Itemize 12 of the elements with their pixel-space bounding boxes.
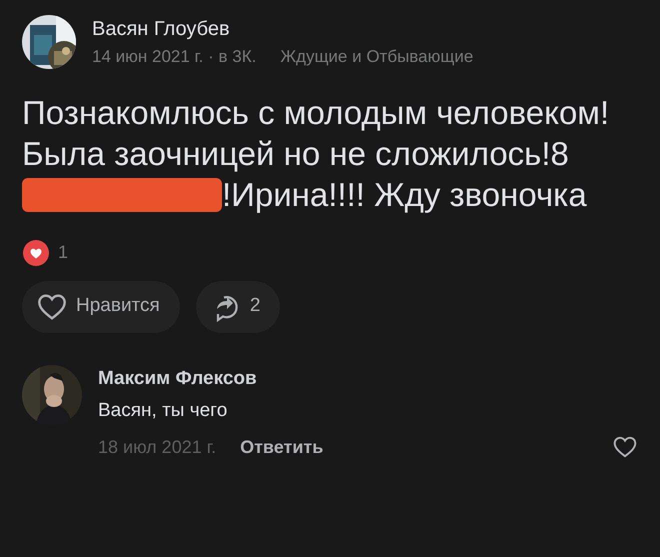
comment-date: 18 июл 2021 г.	[98, 436, 216, 458]
commenter-name[interactable]: Максим Флексов	[98, 364, 638, 393]
like-button[interactable]: Нравится	[22, 280, 180, 332]
post-text: Познакомлюсь с молодым человеком!Была заочницей но не сложилось!8 !Ирина!!!! Жду звоночка	[22, 92, 610, 214]
post-date[interactable]: 14 июн 2021 г. · в 3К.	[92, 44, 256, 70]
group-name[interactable]: Ждущие и Отбывающие	[280, 44, 474, 70]
like-icon[interactable]	[612, 434, 638, 460]
reply-link[interactable]: Ответить	[240, 434, 324, 460]
author-name[interactable]: Васян Глоубев	[92, 14, 474, 44]
share-button[interactable]: 2	[196, 280, 280, 332]
reaction-count: 1	[58, 241, 68, 264]
comment-text: Васян, ты чего	[98, 399, 228, 423]
